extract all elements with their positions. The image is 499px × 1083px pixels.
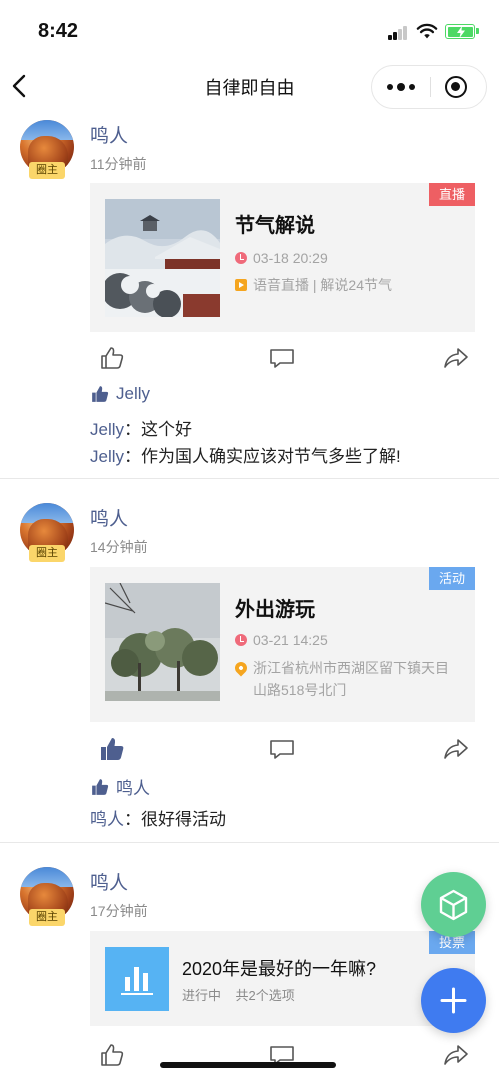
capsule-divider <box>430 77 431 97</box>
post-divider <box>0 478 499 479</box>
home-indicator <box>160 1062 336 1068</box>
post-actions <box>90 344 475 372</box>
event-thumbnail <box>105 583 220 701</box>
post-author[interactable]: 鸣人 <box>90 504 128 531</box>
likes-names[interactable]: 鸣人 <box>116 774 150 799</box>
card-detail-text: 语音直播 | 解说24节气 <box>253 277 392 293</box>
likes-row: Jelly <box>90 384 150 404</box>
vote-card[interactable]: 投票 2020年是最好的一年嘛? 进行中 共2个选项 <box>90 931 475 1026</box>
share-icon[interactable] <box>442 735 470 763</box>
cube-fab-button[interactable] <box>421 872 486 937</box>
vote-options-count: 共2个选项 <box>235 988 295 1003</box>
comment-text: 很好得活动 <box>141 810 226 829</box>
post-author[interactable]: 鸣人 <box>90 121 128 148</box>
vote-status: 进行中 <box>182 988 222 1003</box>
live-thumbnail <box>105 199 220 317</box>
cube-icon <box>439 889 468 921</box>
card-datetime-text: 03-21 14:25 <box>253 632 328 648</box>
close-program-icon[interactable] <box>445 76 467 98</box>
clock-icon <box>235 634 247 646</box>
card-datetime: 03-21 14:25 <box>235 629 328 651</box>
likes-names[interactable]: Jelly <box>116 384 150 404</box>
status-time: 8:42 <box>38 20 79 42</box>
wifi-icon <box>416 23 438 39</box>
comment-item[interactable]: Jelly：这个好 <box>90 415 192 440</box>
like-icon[interactable] <box>98 1041 126 1069</box>
status-bar: 8:42 <box>0 0 499 58</box>
liked-icon <box>92 386 109 402</box>
back-icon[interactable] <box>8 72 32 100</box>
like-icon[interactable] <box>98 344 126 372</box>
post-author[interactable]: 鸣人 <box>90 868 128 895</box>
liked-icon <box>92 778 109 795</box>
owner-badge: 圈主 <box>29 545 65 562</box>
card-address: 浙江省杭州市西湖区留下镇天目 山路518号北门 <box>232 657 455 701</box>
battery-icon <box>445 24 479 39</box>
likes-row: 鸣人 <box>90 774 150 799</box>
comment-item[interactable]: Jelly：作为国人确实应该对节气多些了解! <box>90 442 401 467</box>
like-icon-active[interactable] <box>98 735 126 763</box>
comment-separator: ： <box>124 447 142 466</box>
live-tag: 直播 <box>428 183 475 206</box>
signal-icon <box>388 26 410 40</box>
post-divider <box>0 842 499 843</box>
card-title: 节气解说 <box>235 215 315 237</box>
card-datetime-text: 03-18 20:29 <box>253 250 328 266</box>
comment-separator: ： <box>124 810 141 829</box>
post-actions <box>90 735 475 763</box>
comment-icon[interactable] <box>268 344 296 372</box>
card-datetime: 03-18 20:29 <box>235 247 328 269</box>
post-time: 14分钟前 <box>90 539 148 555</box>
vote-chart-icon <box>105 947 169 1011</box>
event-card[interactable]: 活动 外出游玩 03-21 14:25 浙江省杭州市西湖区留下镇天目 山路518… <box>90 567 475 722</box>
live-card[interactable]: 直播 节气解说 03-18 20:29 语音直播 | 解说24节气 <box>90 183 475 332</box>
comment-author[interactable]: Jelly <box>90 447 124 466</box>
comment-author[interactable]: 鸣人 <box>90 810 124 829</box>
nav-bar: 自律即自由 <box>0 58 499 114</box>
address-line-1: 浙江省杭州市西湖区留下镇天目 <box>253 660 449 676</box>
comment-separator: ： <box>124 420 142 439</box>
address-line-2: 山路518号北门 <box>253 682 347 698</box>
comment-icon[interactable] <box>268 735 296 763</box>
location-pin-icon <box>232 659 250 677</box>
share-icon[interactable] <box>442 344 470 372</box>
comment-text: 这个好 <box>141 420 193 439</box>
post-time: 11分钟前 <box>90 156 147 172</box>
comment-author[interactable]: Jelly <box>90 420 124 439</box>
mini-program-capsule <box>371 65 487 109</box>
comment-item[interactable]: 鸣人：很好得活动 <box>90 805 226 830</box>
owner-badge: 圈主 <box>29 162 65 179</box>
post-time: 17分钟前 <box>90 903 148 919</box>
vote-subtitle: 进行中 共2个选项 <box>182 985 295 1004</box>
card-title: 外出游玩 <box>235 599 315 621</box>
plus-icon <box>440 987 467 1014</box>
card-detail: 语音直播 | 解说24节气 <box>235 274 392 296</box>
owner-badge: 圈主 <box>29 909 65 926</box>
add-post-button[interactable] <box>421 968 486 1033</box>
more-icon[interactable] <box>372 66 430 108</box>
play-icon <box>235 279 247 291</box>
comment-text: 作为国人确实应该对节气多些了解! <box>141 447 401 466</box>
vote-title: 2020年是最好的一年嘛? <box>182 959 377 979</box>
share-icon[interactable] <box>442 1041 470 1069</box>
clock-icon <box>235 252 247 264</box>
event-tag: 活动 <box>428 567 475 590</box>
